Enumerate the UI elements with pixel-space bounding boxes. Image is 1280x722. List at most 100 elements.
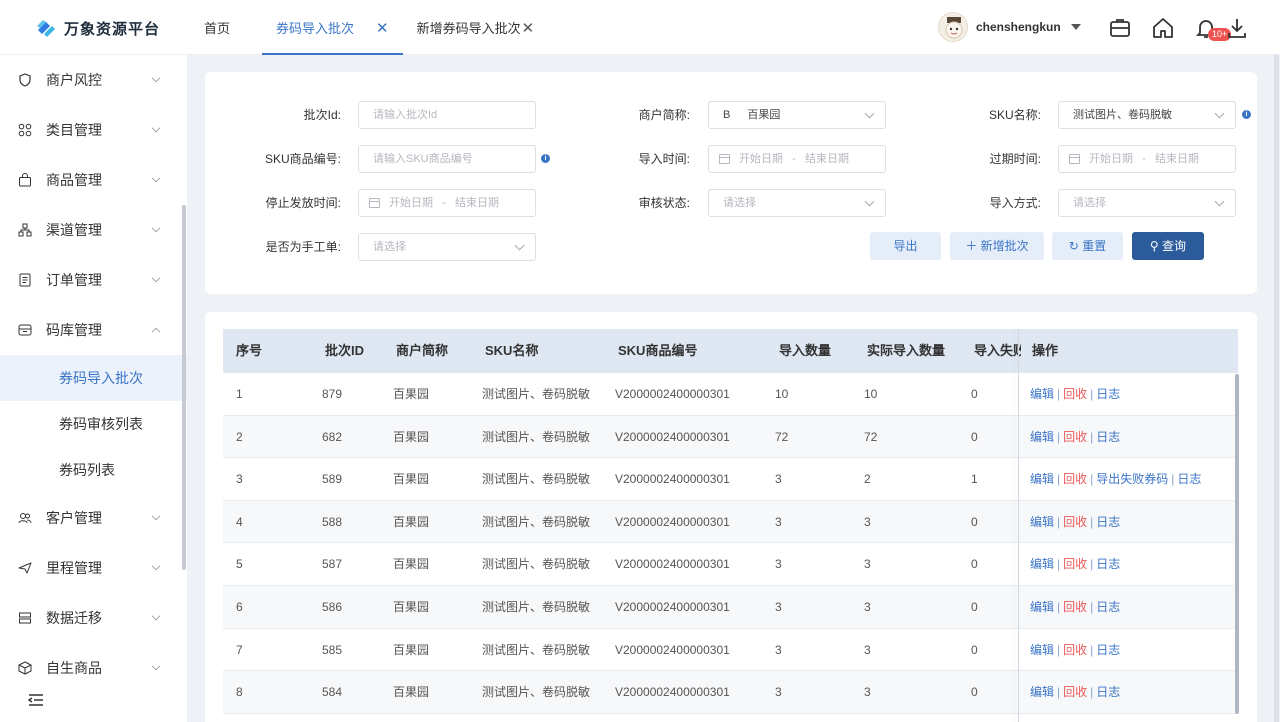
notification-button[interactable]: 10+: [1194, 16, 1232, 41]
manual-order-select[interactable]: 请选择: [358, 233, 536, 261]
log-link[interactable]: 日志: [1096, 387, 1120, 401]
sidebar-item-data-migration[interactable]: 数据迁移: [0, 593, 187, 643]
edit-link[interactable]: 编辑: [1030, 430, 1054, 444]
cell-code: V2000002400000301: [615, 472, 730, 487]
column-header: SKU名称: [485, 343, 539, 358]
sidebar-item-self-product[interactable]: 自生商品: [0, 643, 187, 693]
tab-label: 券码导入批次: [276, 21, 355, 36]
sidebar-item-order[interactable]: 订单管理: [0, 255, 187, 305]
batch-id-label: 批次Id:: [303, 108, 341, 122]
edit-link[interactable]: 编辑: [1030, 515, 1054, 529]
recycle-link[interactable]: 回收: [1063, 515, 1087, 529]
separator: |: [1090, 387, 1094, 401]
cell-sku: 测试图片、卷码脱敏: [482, 685, 591, 700]
recycle-link[interactable]: 回收: [1063, 685, 1087, 699]
log-link[interactable]: 日志: [1177, 472, 1201, 486]
user-menu[interactable]: chenshengkun: [938, 12, 1081, 42]
logo[interactable]: 万象资源平台: [34, 16, 160, 40]
audit-status-select[interactable]: 请选择: [708, 189, 886, 217]
sidebar-item-channel[interactable]: 渠道管理: [0, 205, 187, 255]
close-icon[interactable]: ✕: [522, 19, 535, 37]
table-header: 序号 批次ID 商户简称 SKU名称 SKU商品编号 导入数量 实际导入数量 导…: [223, 329, 1238, 373]
menu-collapse-icon[interactable]: [28, 692, 44, 708]
cell-merchant: 百果园: [393, 600, 430, 614]
download-icon[interactable]: [1225, 16, 1249, 40]
expire-time-range[interactable]: 开始日期 - 结束日期: [1058, 145, 1236, 173]
sidebar-item-merchant-risk[interactable]: 商户风控: [0, 55, 187, 105]
edit-link[interactable]: 编辑: [1030, 643, 1054, 657]
edit-link[interactable]: 编辑: [1030, 685, 1054, 699]
chevron-down-icon: [864, 196, 875, 207]
tab-home[interactable]: 首页: [190, 0, 244, 55]
sidebar-item-coupon-import-batch[interactable]: 券码导入批次: [0, 355, 187, 401]
separator: |: [1057, 642, 1061, 657]
log-link[interactable]: 日志: [1096, 685, 1120, 699]
edit-link[interactable]: 编辑: [1030, 472, 1054, 486]
tab-add-coupon-import-batch[interactable]: 新增券码导入批次 ✕: [403, 0, 549, 55]
merchant-select[interactable]: B 百果园: [708, 101, 886, 129]
button-label: 查询: [1162, 239, 1187, 253]
cell-id: 589: [322, 472, 343, 487]
add-batch-button[interactable]: ＋ 新增批次: [950, 232, 1044, 260]
query-button[interactable]: ⚲ 查询: [1132, 232, 1204, 260]
sidebar-item-category[interactable]: 类目管理: [0, 105, 187, 155]
tab-label: 首页: [204, 21, 231, 36]
toolbox-icon[interactable]: [1108, 16, 1132, 40]
export-button[interactable]: 导出: [870, 232, 941, 260]
cell-id: 879: [322, 387, 343, 401]
merchant-value: 百果园: [747, 109, 781, 121]
log-link[interactable]: 日志: [1096, 515, 1120, 529]
recycle-link[interactable]: 回收: [1063, 600, 1087, 614]
separator: |: [1090, 429, 1094, 444]
recycle-link[interactable]: 回收: [1063, 472, 1087, 486]
column-header: 序号: [236, 343, 263, 358]
chevron-down-icon[interactable]: [1070, 24, 1081, 30]
info-icon[interactable]: i: [541, 154, 550, 163]
separator: |: [1090, 557, 1094, 572]
log-link[interactable]: 日志: [1096, 600, 1120, 614]
home-icon[interactable]: [1151, 16, 1175, 40]
reset-button[interactable]: ↻ 重置: [1052, 232, 1123, 260]
plane-icon: [18, 562, 32, 574]
cell-code: V2000002400000301: [615, 514, 730, 529]
log-link[interactable]: 日志: [1096, 643, 1120, 657]
import-method-select[interactable]: 请选择: [1058, 189, 1236, 217]
main-content: 批次Id: 请输入批次Id 商户简称: B 百果园 SKU名称: 测试图片、卷码…: [187, 55, 1280, 722]
sidebar-scrollbar[interactable]: [182, 205, 186, 570]
recycle-link[interactable]: 回收: [1063, 643, 1087, 657]
cell-actual: 3: [864, 642, 871, 657]
sidebar-item-customer[interactable]: 客户管理: [0, 493, 187, 543]
cell-actual: 3: [864, 600, 871, 614]
edit-link[interactable]: 编辑: [1030, 600, 1054, 614]
select-placeholder: 请选择: [1073, 197, 1106, 209]
recycle-link[interactable]: 回收: [1063, 387, 1087, 401]
sku-code-input[interactable]: 请输入SKU商品编号: [358, 145, 536, 173]
recycle-link[interactable]: 回收: [1063, 557, 1087, 571]
edit-link[interactable]: 编辑: [1030, 387, 1054, 401]
export-failed-link[interactable]: 导出失败券码: [1096, 472, 1168, 486]
sidebar-item-mileage[interactable]: 里程管理: [0, 543, 187, 593]
close-icon[interactable]: ✕: [376, 19, 389, 37]
row-actions: 编辑 | 回收 | 日志: [1030, 501, 1120, 543]
sidebar-item-code-library[interactable]: 码库管理: [0, 305, 187, 355]
import-time-range[interactable]: 开始日期 - 结束日期: [708, 145, 886, 173]
page-scrollbar[interactable]: [1274, 55, 1279, 722]
batch-id-input[interactable]: 请输入批次Id: [358, 101, 536, 129]
column-header: 操作: [1032, 343, 1059, 358]
cell-no: 3: [236, 472, 243, 487]
cell-actual: 3: [864, 557, 871, 572]
table-scrollbar[interactable]: [1235, 374, 1239, 714]
sidebar-item-product[interactable]: 商品管理: [0, 155, 187, 205]
recycle-link[interactable]: 回收: [1063, 430, 1087, 444]
separator: |: [1057, 685, 1061, 700]
stop-time-range[interactable]: 开始日期 - 结束日期: [358, 189, 536, 217]
log-link[interactable]: 日志: [1096, 557, 1120, 571]
sidebar-item-coupon-list[interactable]: 券码列表: [0, 447, 187, 493]
info-icon[interactable]: i: [1242, 110, 1251, 119]
batch-table: 序号 批次ID 商户简称 SKU名称 SKU商品编号 导入数量 实际导入数量 导…: [205, 312, 1257, 722]
sidebar-item-coupon-audit-list[interactable]: 券码审核列表: [0, 401, 187, 447]
log-link[interactable]: 日志: [1096, 430, 1120, 444]
edit-link[interactable]: 编辑: [1030, 557, 1054, 571]
sku-name-select[interactable]: 测试图片、卷码脱敏: [1058, 101, 1236, 129]
tab-coupon-import-batch[interactable]: 券码导入批次 ✕: [262, 0, 403, 55]
